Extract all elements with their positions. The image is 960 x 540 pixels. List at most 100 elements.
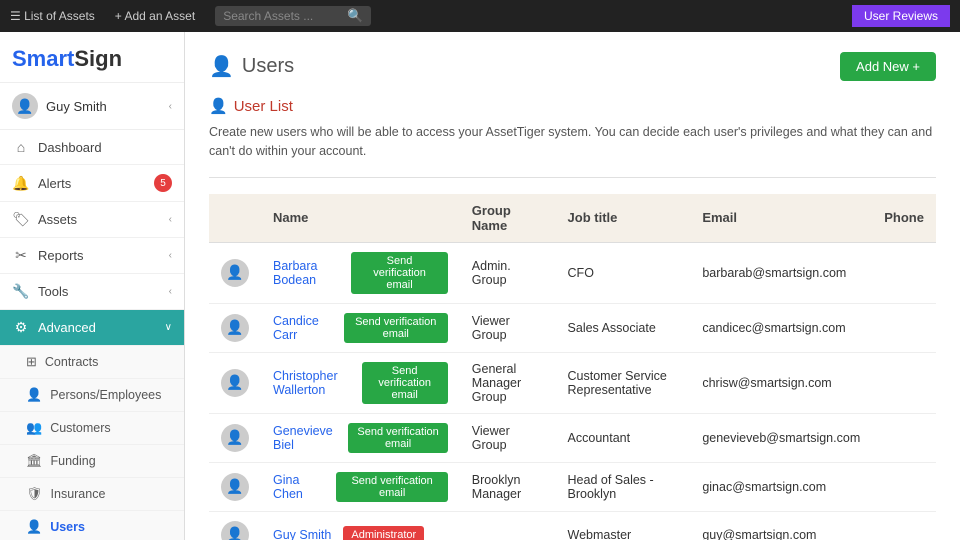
col-group-header: Group Name bbox=[460, 194, 556, 243]
row-phone-cell bbox=[872, 413, 936, 462]
sidebar: SmartSign 👤 Guy Smith ‹ ⌂ Dashboard 🔔 Al… bbox=[0, 32, 185, 540]
section-description: Create new users who will be able to acc… bbox=[209, 123, 936, 161]
table-row: 👤 Genevieve BielSend verification emailV… bbox=[209, 413, 936, 462]
sidebar-sub-item-label: Contracts bbox=[45, 355, 99, 369]
sidebar-sub-item-label: Customers bbox=[50, 421, 110, 435]
avatar: 👤 bbox=[221, 369, 249, 397]
row-name-cell: Guy Smith Administrator bbox=[261, 511, 460, 540]
page-header: 👤 Users Add New + bbox=[209, 52, 936, 81]
content-area: 👤 Users Add New + 👤 User List Create new… bbox=[185, 32, 960, 540]
advanced-icon: ⚙ bbox=[12, 319, 30, 336]
top-nav: ☰ List of Assets + Add an Asset 🔍 User R… bbox=[0, 0, 960, 32]
list-assets-label: ☰ List of Assets bbox=[10, 9, 95, 23]
row-avatar-cell: 👤 bbox=[209, 303, 261, 352]
sidebar-item-funding[interactable]: 🏛 Funding bbox=[0, 445, 184, 478]
sidebar-item-tools[interactable]: 🔧 Tools ‹ bbox=[0, 274, 184, 310]
alerts-icon: 🔔 bbox=[12, 175, 30, 192]
sidebar-item-users[interactable]: 👤 Users bbox=[0, 511, 184, 540]
logo-smart: Smart bbox=[12, 46, 74, 71]
sidebar-item-label: Alerts bbox=[38, 176, 71, 191]
table-row: 👤 Guy Smith Administrator Webmasterguy@sma… bbox=[209, 511, 936, 540]
search-box[interactable]: 🔍 bbox=[215, 6, 371, 26]
avatar: 👤 bbox=[221, 424, 249, 452]
sidebar-sub-item-label: Funding bbox=[51, 454, 96, 468]
row-jobtitle-cell: CFO bbox=[556, 242, 691, 303]
row-jobtitle-cell: Accountant bbox=[556, 413, 691, 462]
insurance-icon: 🛡 bbox=[26, 486, 43, 502]
user-name-link[interactable]: Genevieve Biel bbox=[273, 424, 336, 452]
row-name-cell: Barbara Bodean Send verification email bbox=[261, 242, 460, 303]
col-jobtitle-header: Job title bbox=[556, 194, 691, 243]
avatar: 👤 bbox=[221, 473, 249, 501]
row-phone-cell bbox=[872, 352, 936, 413]
sidebar-item-reports[interactable]: ✂ Reports ‹ bbox=[0, 238, 184, 274]
user-table: Name Group Name Job title Email Phone 👤 … bbox=[209, 194, 936, 540]
sidebar-item-label: Advanced bbox=[38, 320, 96, 335]
row-jobtitle-cell: Head of Sales - Brooklyn bbox=[556, 462, 691, 511]
badge-button[interactable]: Send verification email bbox=[362, 362, 448, 404]
tools-arrow-icon: ‹ bbox=[169, 286, 172, 297]
sidebar-item-label: Tools bbox=[38, 284, 68, 299]
row-email-cell: barbarab@smartsign.com bbox=[690, 242, 872, 303]
alerts-badge: 5 bbox=[154, 174, 172, 192]
badge-button[interactable]: Send verification email bbox=[348, 423, 447, 453]
badge-button[interactable]: Administrator bbox=[343, 526, 424, 540]
row-email-cell: ginac@smartsign.com bbox=[690, 462, 872, 511]
row-name-cell: Candice Carr Send verification email bbox=[261, 303, 460, 352]
row-avatar-cell: 👤 bbox=[209, 462, 261, 511]
sidebar-user[interactable]: 👤 Guy Smith ‹ bbox=[0, 83, 184, 130]
add-new-button[interactable]: Add New + bbox=[840, 52, 936, 81]
sidebar-item-contracts[interactable]: ⊞ Contracts bbox=[0, 346, 184, 379]
sidebar-item-label: Assets bbox=[38, 212, 77, 227]
row-avatar-cell: 👤 bbox=[209, 242, 261, 303]
tools-icon: 🔧 bbox=[12, 283, 30, 300]
row-email-cell: genevieveb@smartsign.com bbox=[690, 413, 872, 462]
row-jobtitle-cell: Webmaster bbox=[556, 511, 691, 540]
user-name-link[interactable]: Guy Smith bbox=[273, 528, 331, 540]
user-name-link[interactable]: Gina Chen bbox=[273, 473, 324, 501]
row-avatar-cell: 👤 bbox=[209, 413, 261, 462]
user-name-link[interactable]: Candice Carr bbox=[273, 314, 332, 342]
row-email-cell: chrisw@smartsign.com bbox=[690, 352, 872, 413]
badge-button[interactable]: Send verification email bbox=[351, 252, 448, 294]
row-avatar-cell: 👤 bbox=[209, 511, 261, 540]
sidebar-item-alerts[interactable]: 🔔 Alerts 5 bbox=[0, 165, 184, 202]
user-reviews-button[interactable]: User Reviews bbox=[852, 5, 950, 27]
row-phone-cell bbox=[872, 303, 936, 352]
badge-button[interactable]: Send verification email bbox=[336, 472, 447, 502]
sidebar-item-label: Reports bbox=[38, 248, 84, 263]
sidebar-item-persons-employees[interactable]: 👤 Persons/Employees bbox=[0, 379, 184, 412]
user-name-link[interactable]: Barbara Bodean bbox=[273, 259, 339, 287]
sidebar-item-advanced[interactable]: ⚙ Advanced ∨ bbox=[0, 310, 184, 346]
badge-button[interactable]: Send verification email bbox=[344, 313, 448, 343]
page-title-icon: 👤 bbox=[209, 54, 234, 79]
list-assets-link[interactable]: ☰ List of Assets bbox=[10, 9, 95, 23]
row-avatar-cell: 👤 bbox=[209, 352, 261, 413]
sidebar-sub-item-label: Persons/Employees bbox=[50, 388, 161, 402]
col-name-header: Name bbox=[261, 194, 460, 243]
row-group-cell: Admin. Group bbox=[460, 242, 556, 303]
sidebar-item-assets[interactable]: 🏷 Assets ‹ bbox=[0, 202, 184, 238]
row-name-cell: Genevieve Biel Send verification email bbox=[261, 413, 460, 462]
user-name-link[interactable]: Christopher Wallerton bbox=[273, 369, 350, 397]
reports-icon: ✂ bbox=[12, 247, 30, 264]
sidebar-item-customers[interactable]: 👥 Customers bbox=[0, 412, 184, 445]
row-phone-cell bbox=[872, 511, 936, 540]
row-group-cell bbox=[460, 511, 556, 540]
col-phone-header: Phone bbox=[872, 194, 936, 243]
sidebar-item-dashboard[interactable]: ⌂ Dashboard bbox=[0, 130, 184, 165]
name-cell: Genevieve Biel Send verification email bbox=[273, 423, 448, 453]
sidebar-sub-item-label: Insurance bbox=[51, 487, 106, 501]
add-asset-link[interactable]: + Add an Asset bbox=[115, 9, 195, 23]
sidebar-item-insurance[interactable]: 🛡 Insurance bbox=[0, 478, 184, 511]
row-email-cell: guy@smartsign.com bbox=[690, 511, 872, 540]
sidebar-item-label: Dashboard bbox=[38, 140, 102, 155]
sidebar-sub-item-label: Users bbox=[50, 520, 85, 534]
persons-icon: 👤 bbox=[26, 387, 42, 403]
search-icon: 🔍 bbox=[347, 8, 363, 24]
table-row: 👤 Christopher Wallerton Send verification… bbox=[209, 352, 936, 413]
row-phone-cell bbox=[872, 242, 936, 303]
search-input[interactable] bbox=[223, 9, 343, 23]
assets-icon: 🏷 bbox=[12, 211, 30, 228]
table-row: 👤 Barbara Bodean Send verification email A… bbox=[209, 242, 936, 303]
